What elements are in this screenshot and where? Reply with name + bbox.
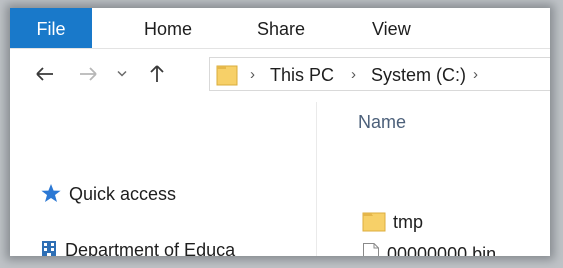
up-arrow-icon: [150, 65, 164, 82]
folder-icon: [362, 212, 386, 232]
file-name: tmp: [393, 212, 424, 232]
nav-item-label: Department of Educa: [65, 240, 236, 256]
building-icon: [42, 241, 56, 256]
file-icon: [363, 243, 379, 256]
up-button[interactable]: [142, 57, 172, 91]
folder-icon: [216, 65, 238, 86]
tab-share[interactable]: Share: [255, 8, 307, 48]
breadcrumb-separator[interactable]: ›: [473, 58, 478, 92]
nav-item-quick-access[interactable]: Quick access: [40, 180, 176, 208]
tab-view[interactable]: View: [370, 8, 413, 48]
column-header-name[interactable]: Name: [358, 108, 406, 136]
breadcrumb-separator[interactable]: ›: [351, 58, 356, 92]
breadcrumb-system-c[interactable]: System (C:): [371, 58, 466, 92]
recent-locations-button[interactable]: [110, 57, 134, 91]
file-row-tmp[interactable]: tmp: [362, 206, 423, 238]
file-row-bin[interactable]: 00000000.bin: [362, 238, 496, 256]
back-button[interactable]: [30, 57, 60, 91]
forward-arrow-icon: [80, 67, 97, 81]
breadcrumb-separator[interactable]: ›: [250, 58, 255, 92]
star-icon: [41, 184, 61, 203]
navigation-bar: › This PC › System (C:) ›: [10, 49, 550, 101]
navigation-pane: Quick access Department of Educa: [10, 102, 317, 256]
address-bar[interactable]: › This PC › System (C:) ›: [209, 57, 550, 91]
file-list: Name tmp 00000000.bin: [317, 102, 550, 256]
explorer-window: File Home Share View › This PC › System …: [10, 8, 550, 256]
nav-item-label: Quick access: [69, 184, 177, 204]
nav-item-department[interactable]: Department of Educa: [40, 236, 235, 256]
breadcrumb-this-pc[interactable]: This PC: [270, 58, 334, 92]
tab-file[interactable]: File: [10, 8, 92, 48]
ribbon-tabs: File Home Share View: [10, 8, 550, 49]
file-name: 00000000.bin: [387, 244, 497, 256]
forward-button[interactable]: [73, 57, 103, 91]
tab-home[interactable]: Home: [142, 8, 194, 48]
chevron-down-icon: [117, 70, 127, 77]
back-arrow-icon: [36, 67, 53, 81]
